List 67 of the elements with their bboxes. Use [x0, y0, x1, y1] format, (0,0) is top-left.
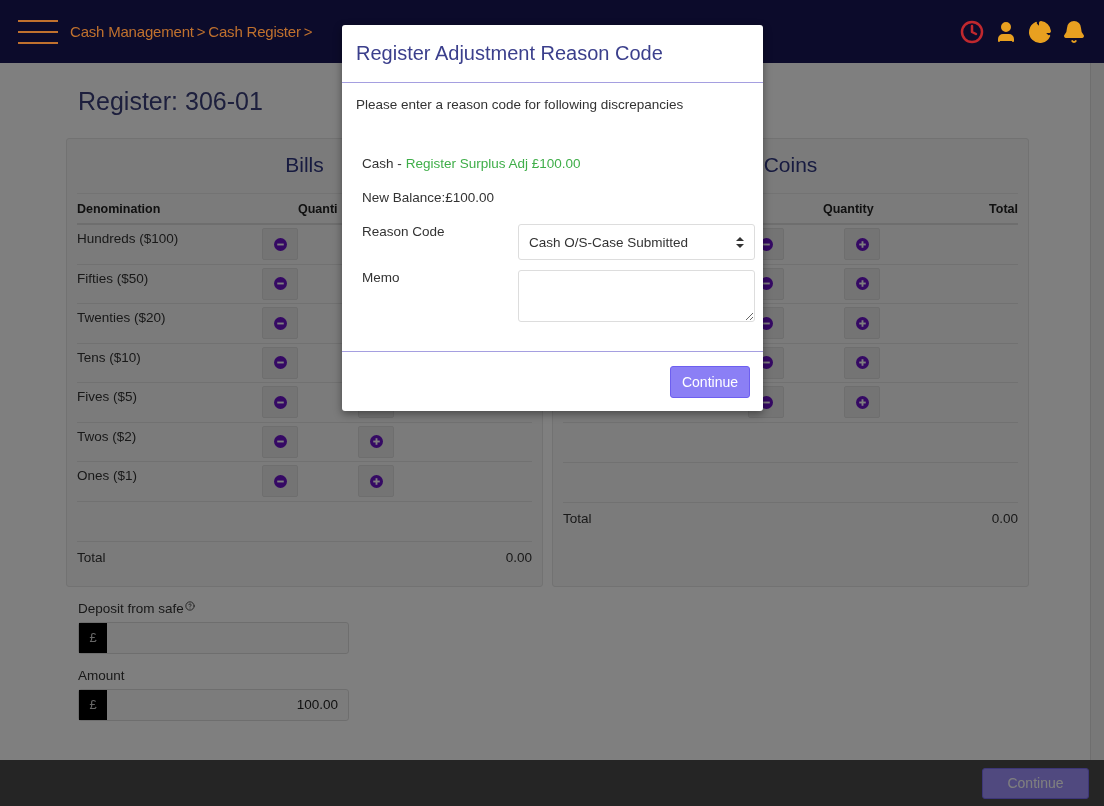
total-label: Total: [77, 550, 106, 565]
denomination-label: Twenties ($20): [77, 309, 167, 325]
discrepancy-detail: Register Surplus Adj £100.00: [405, 156, 581, 173]
minus-circle-icon: [273, 316, 287, 330]
modal-instructions: Please enter a reason code for following discrepancies: [356, 97, 685, 112]
column-header: Quantity: [822, 201, 875, 216]
denomination-label: Fives ($5): [77, 388, 138, 404]
pie-chart-icon[interactable]: [1028, 19, 1052, 44]
menu-icon[interactable]: [18, 18, 58, 45]
discrepancy-type: Cash -: [362, 156, 402, 173]
denomination-label: Fifties ($50): [77, 269, 150, 286]
field-label: Reason Code: [362, 224, 446, 239]
amount-field[interactable]: £ 100.00: [78, 688, 349, 721]
page-title: Register: 306-01: [78, 87, 263, 116]
field-label: Memo: [362, 270, 401, 285]
currency-addon: £: [79, 689, 107, 720]
total-label: Total: [563, 511, 592, 526]
column-header: Total: [989, 201, 1018, 216]
column-header: Denomination: [77, 201, 162, 216]
breadcrumb-separator: >: [303, 23, 313, 40]
plus-circle-icon: [369, 474, 383, 488]
field-label: Amount: [78, 667, 125, 683]
increase-button[interactable]: [358, 425, 394, 458]
minus-circle-icon: [273, 277, 287, 291]
breadcrumb-separator: >: [196, 23, 206, 40]
currency-addon: £: [79, 622, 107, 653]
total-value: 0.00: [991, 511, 1018, 526]
minus-circle-icon: [273, 395, 287, 409]
sort-caret-icon: [736, 236, 744, 248]
panel-title: Coins: [763, 153, 818, 178]
help-icon[interactable]: [184, 600, 195, 611]
minus-circle-icon: [273, 474, 287, 488]
increase-button[interactable]: [844, 346, 880, 379]
amount-value: 100.00: [295, 697, 339, 712]
plus-circle-icon: [855, 356, 869, 370]
increase-button[interactable]: [844, 228, 880, 261]
plus-circle-icon: [855, 395, 869, 409]
field-label: Deposit from safe: [78, 600, 184, 616]
increase-button[interactable]: [844, 307, 880, 340]
clock-icon[interactable]: [960, 19, 984, 44]
modal-title: Register Adjustment Reason Code: [356, 42, 663, 65]
denomination-label: Hundreds ($100): [77, 230, 180, 246]
breadcrumb-link[interactable]: Cash Management: [70, 23, 194, 40]
column-header: Quanti: [298, 201, 339, 216]
continue-button[interactable]: Continue: [670, 365, 750, 398]
plus-circle-icon: [369, 435, 383, 449]
total-value: 0.00: [505, 550, 532, 565]
deposit-field[interactable]: £: [78, 621, 349, 654]
plus-circle-icon: [855, 277, 869, 291]
plus-circle-icon: [855, 316, 869, 330]
breadcrumb-link[interactable]: Cash Register: [208, 23, 301, 40]
plus-circle-icon: [855, 237, 869, 251]
reason-code-select[interactable]: Cash O/S-Case Submitted: [518, 224, 755, 260]
denomination-label: Tens ($10): [77, 348, 142, 365]
denomination-label: Ones ($1): [77, 467, 139, 483]
increase-button[interactable]: [358, 465, 394, 498]
panel-title: Bills: [285, 153, 324, 178]
minus-circle-icon: [273, 237, 287, 251]
minus-circle-icon: [273, 356, 287, 370]
memo-field[interactable]: [518, 270, 755, 322]
bell-icon[interactable]: [1062, 19, 1086, 44]
new-balance: New Balance:£100.00: [362, 190, 495, 207]
minus-circle-icon: [273, 435, 287, 449]
increase-button[interactable]: [844, 267, 880, 300]
increase-button[interactable]: [844, 386, 880, 419]
denomination-label: Twos ($2): [77, 427, 138, 444]
scrollbar[interactable]: [1090, 63, 1104, 760]
